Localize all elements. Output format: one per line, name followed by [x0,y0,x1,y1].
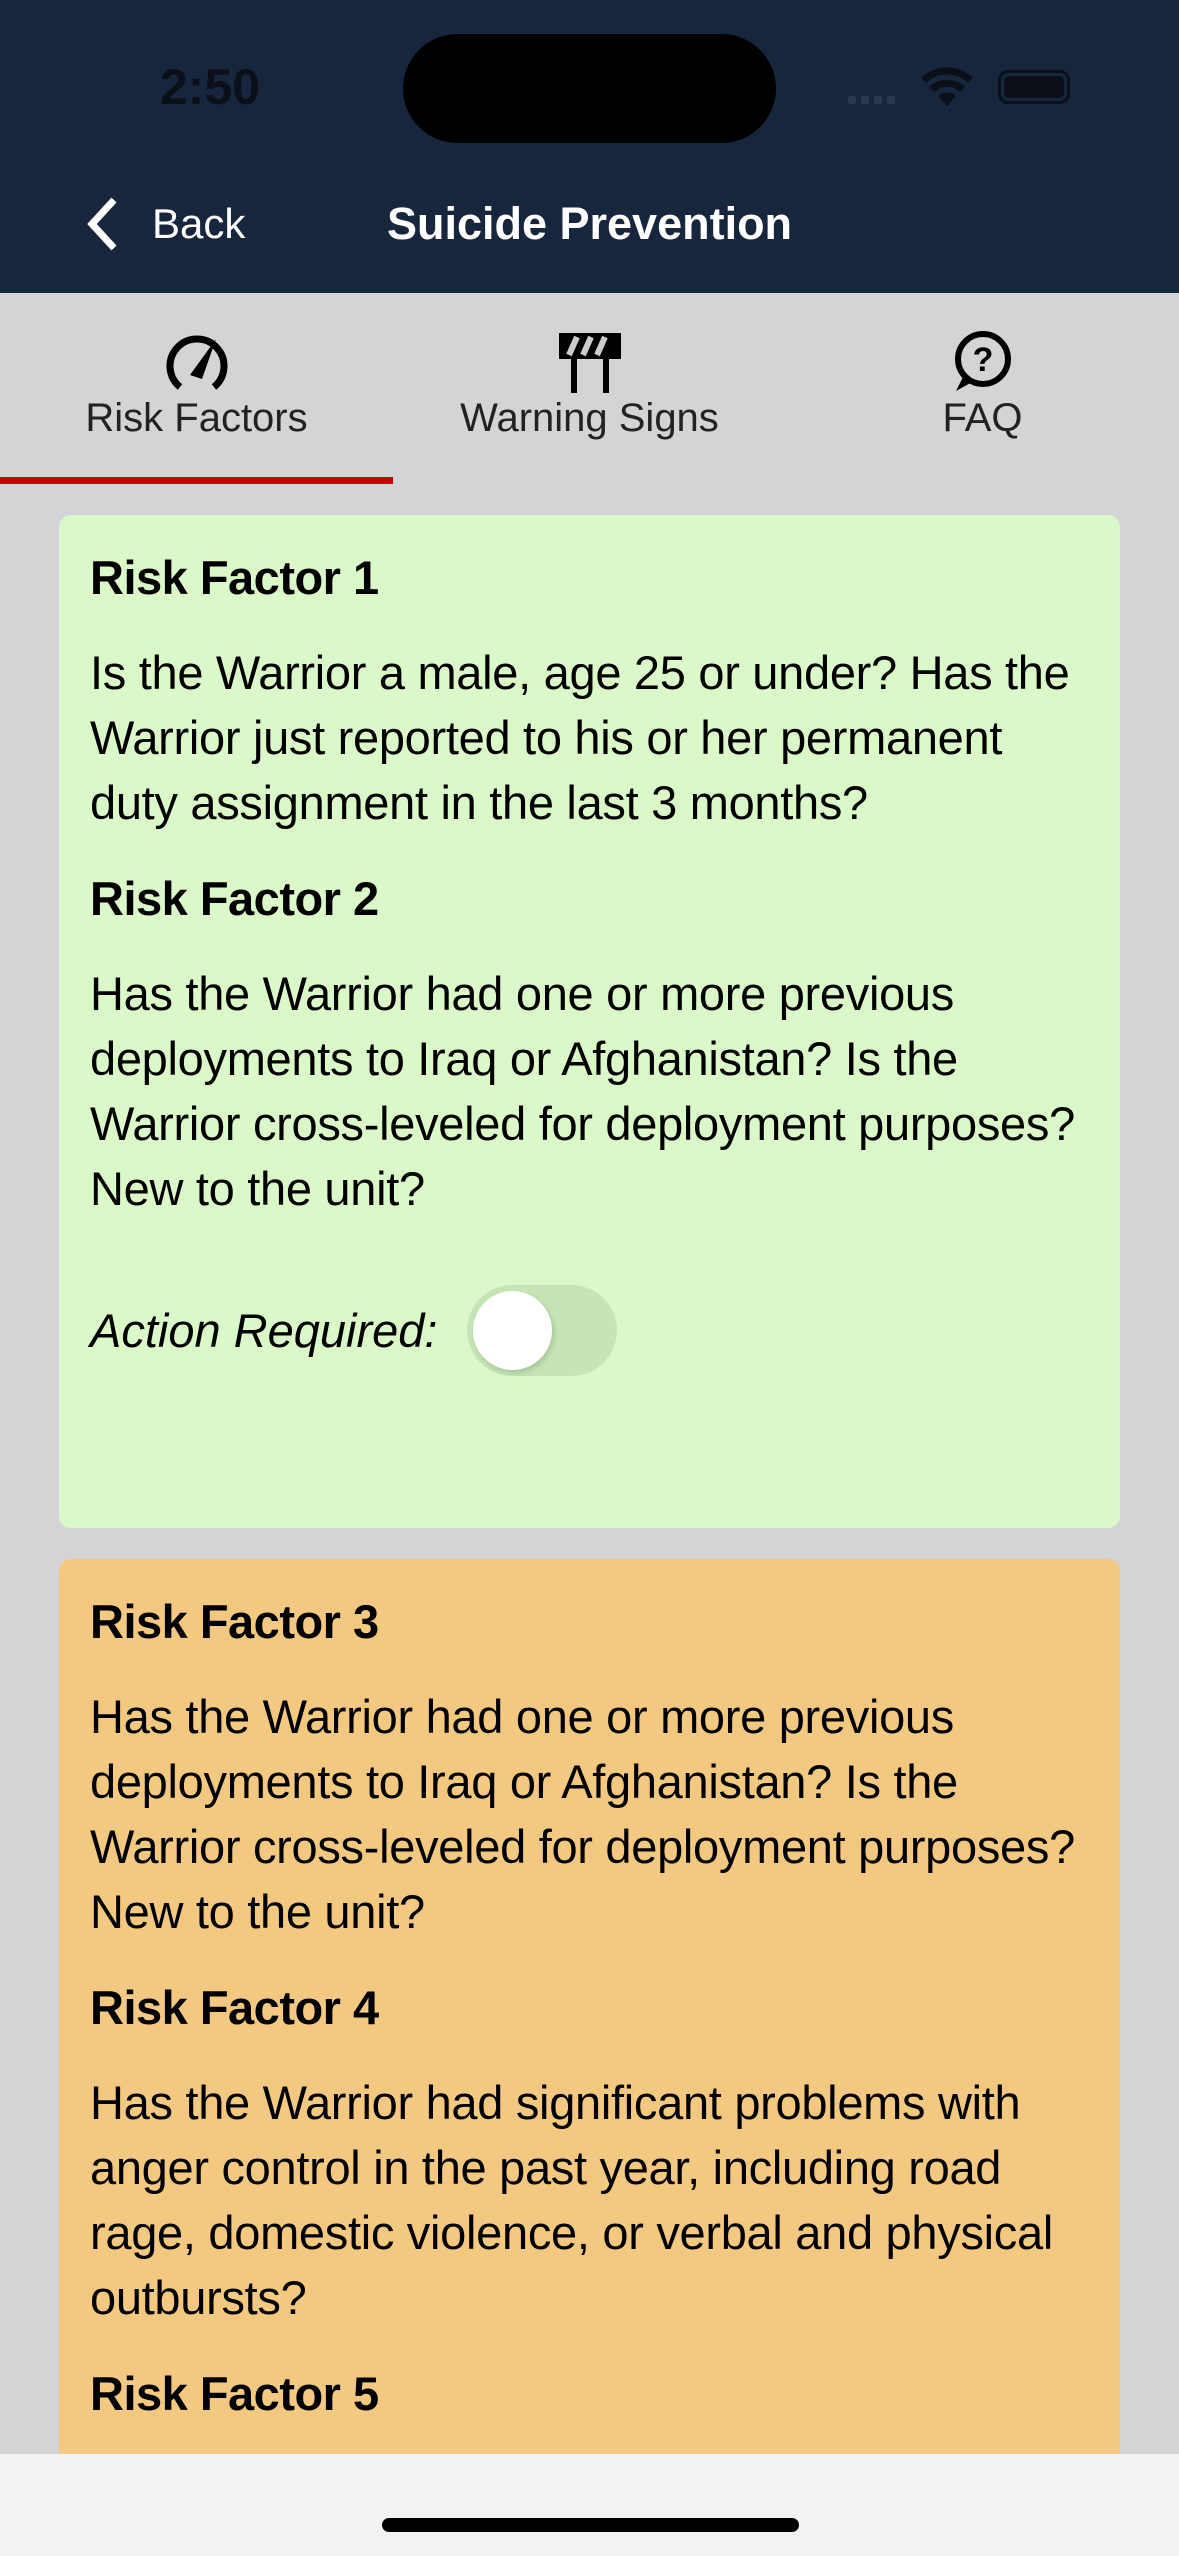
navigation-bar: 2:50 Back Suicide Prevention [0,0,1179,293]
barrier-icon [558,333,621,393]
risk-card-medium: Risk Factor 3 Has the Warrior had one or… [59,1559,1120,2459]
tab-warning-signs[interactable]: Warning Signs [393,293,786,484]
wifi-icon [921,67,973,106]
action-required-row: Action Required: [90,1285,1089,1376]
risk-factor-title: Risk Factor 4 [90,1981,379,2034]
risk-factor-title: Risk Factor 5 [90,2367,379,2420]
tab-risk-factors[interactable]: Risk Factors [0,293,393,484]
risk-factor-text: Has the Warrior had one or more previous… [90,1690,1075,1938]
tab-bar: Risk Factors Warning Signs ? FAQ [0,293,1179,484]
risk-factor-text: Has the Warrior had significant problems… [90,2076,1053,2324]
risk-factor-text: Is the Warrior a male, age 25 or under? … [90,646,1070,829]
tab-label: FAQ [942,396,1023,440]
page-title: Suicide Prevention [386,198,793,249]
battery-icon [998,70,1070,104]
bottom-safe-area [0,2454,1179,2556]
home-indicator[interactable] [382,2518,799,2532]
tab-label: Risk Factors [85,396,308,440]
risk-factor-title: Risk Factor 1 [90,551,379,604]
cellular-signal-icon [848,96,895,104]
tab-faq[interactable]: ? FAQ [786,293,1179,484]
svg-text:?: ? [972,341,993,379]
question-bubble-icon: ? [954,331,1011,391]
status-time: 2:50 [160,59,261,115]
action-required-toggle[interactable] [467,1285,618,1376]
risk-factor-title: Risk Factor 2 [90,872,379,925]
tab-label: Warning Signs [460,396,719,440]
risk-factor-text: Has the Warrior had one or more previous… [90,967,1075,1215]
dynamic-island [403,34,776,143]
risk-factor-title: Risk Factor 3 [90,1595,379,1648]
action-required-label: Action Required: [90,1304,438,1357]
speedometer-icon [166,335,227,390]
risk-card-low: Risk Factor 1 Is the Warrior a male, age… [59,515,1120,1528]
